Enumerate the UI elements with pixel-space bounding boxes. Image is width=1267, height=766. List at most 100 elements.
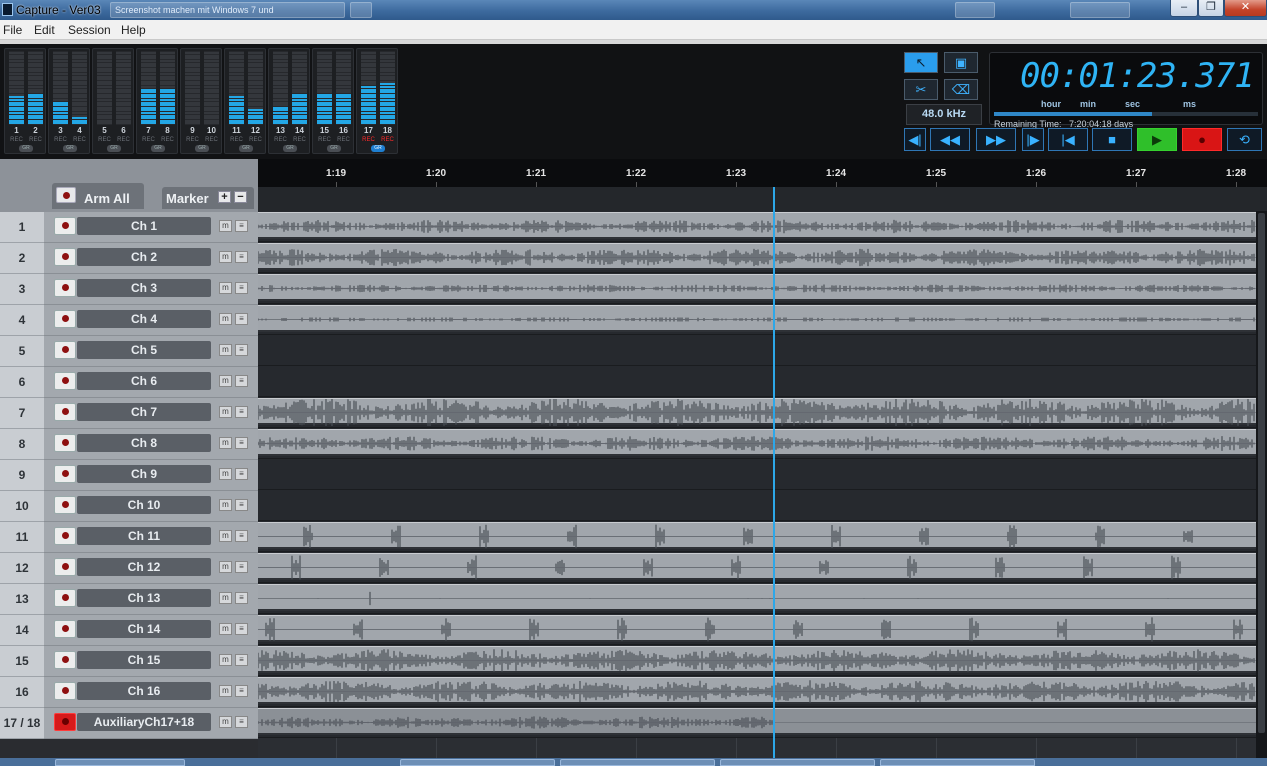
audio-clip[interactable] [258, 584, 1256, 611]
eraser-tool-button[interactable]: ⌫ [944, 79, 978, 100]
audio-clip[interactable] [258, 212, 1256, 239]
mute-button[interactable]: m [219, 623, 232, 635]
solo-button[interactable]: ≡ [235, 468, 248, 480]
scissors-tool-button[interactable]: ✂ [904, 79, 938, 100]
mute-button[interactable]: m [219, 220, 232, 232]
audio-clip[interactable] [258, 615, 1256, 642]
marker-lane[interactable] [258, 187, 1267, 211]
solo-button[interactable]: ≡ [235, 220, 248, 232]
audio-clip[interactable] [258, 274, 1256, 301]
record-arm-button[interactable] [54, 372, 76, 390]
record-arm-button[interactable] [54, 310, 76, 328]
audio-clip[interactable] [258, 398, 1256, 426]
track-lane[interactable] [258, 459, 1256, 490]
solo-button[interactable]: ≡ [235, 654, 248, 666]
time-ruler[interactable]: 1:19 1:20 1:21 1:22 1:23 1:24 1:25 1:26 1:27 1:28 [258, 159, 1267, 187]
track-name[interactable]: Ch 6 [77, 372, 211, 390]
track-lane[interactable] [258, 490, 1256, 521]
track-name[interactable]: Ch 14 [77, 620, 211, 638]
record-arm-button[interactable] [54, 651, 76, 669]
minimize-button[interactable]: – [1170, 0, 1198, 17]
track-lane[interactable] [258, 552, 1256, 583]
track-lane[interactable] [258, 211, 1256, 242]
audio-clip[interactable] [258, 553, 1256, 580]
mute-button[interactable]: m [219, 344, 232, 356]
record-arm-button[interactable] [54, 496, 76, 514]
mute-button[interactable]: m [219, 406, 232, 418]
audio-clip[interactable] [258, 429, 1256, 456]
record-arm-button[interactable] [54, 465, 76, 483]
track-lane[interactable] [258, 614, 1256, 645]
solo-button[interactable]: ≡ [235, 406, 248, 418]
audio-clip[interactable] [258, 646, 1256, 673]
timeline-editor[interactable]: 1:19 1:20 1:21 1:22 1:23 1:24 1:25 1:26 1:27 1:28 [258, 159, 1267, 766]
solo-button[interactable]: ≡ [235, 561, 248, 573]
record-button[interactable]: ● [1182, 128, 1222, 151]
solo-button[interactable]: ≡ [235, 313, 248, 325]
solo-button[interactable]: ≡ [235, 499, 248, 511]
track-name[interactable]: Ch 13 [77, 589, 211, 607]
mute-button[interactable]: m [219, 654, 232, 666]
track-lane[interactable] [258, 304, 1256, 335]
solo-button[interactable]: ≡ [235, 685, 248, 697]
audio-clip[interactable] [258, 522, 1256, 549]
mute-button[interactable]: m [219, 716, 232, 728]
track-lane[interactable] [258, 676, 1256, 707]
return-to-start-button[interactable]: |◀ [1048, 128, 1088, 151]
mute-button[interactable]: m [219, 282, 232, 294]
track-lane[interactable] [258, 583, 1256, 614]
arm-all-button[interactable]: Arm All [52, 183, 144, 209]
rewind-button[interactable]: ◀◀ [930, 128, 970, 151]
solo-button[interactable]: ≡ [235, 437, 248, 449]
track-name[interactable]: Ch 2 [77, 248, 211, 266]
taskbar-button[interactable] [400, 759, 555, 766]
track-name[interactable]: Ch 9 [77, 465, 211, 483]
record-arm-button[interactable] [54, 589, 76, 607]
close-button[interactable]: ✕ [1224, 0, 1267, 17]
track-name[interactable]: Ch 7 [77, 403, 211, 421]
range-tool-button[interactable]: ▣ [944, 52, 978, 73]
mute-button[interactable]: m [219, 499, 232, 511]
record-arm-button[interactable] [54, 682, 76, 700]
solo-button[interactable]: ≡ [235, 282, 248, 294]
audio-clip[interactable] [258, 708, 1256, 735]
taskbar-button[interactable] [880, 759, 1035, 766]
mute-button[interactable]: m [219, 468, 232, 480]
taskbar-button[interactable] [720, 759, 875, 766]
track-name[interactable]: Ch 11 [77, 527, 211, 545]
mute-button[interactable]: m [219, 561, 232, 573]
track-name[interactable]: Ch 4 [77, 310, 211, 328]
track-lane[interactable] [258, 428, 1256, 459]
record-arm-button[interactable] [54, 341, 76, 359]
menu-help[interactable]: Help [121, 23, 146, 37]
mute-button[interactable]: m [219, 313, 232, 325]
menu-file[interactable]: File [3, 23, 22, 37]
playhead-cursor[interactable] [773, 187, 775, 766]
mute-button[interactable]: m [219, 530, 232, 542]
add-marker-button[interactable]: + [218, 191, 231, 203]
solo-button[interactable]: ≡ [235, 344, 248, 356]
track-name[interactable]: Ch 3 [77, 279, 211, 297]
mute-button[interactable]: m [219, 685, 232, 697]
record-arm-button[interactable] [54, 279, 76, 297]
previous-marker-button[interactable]: ◀| [904, 128, 926, 151]
track-name[interactable]: AuxiliaryCh17+18 [77, 713, 211, 731]
track-name[interactable]: Ch 1 [77, 217, 211, 235]
track-lane[interactable] [258, 521, 1256, 552]
track-name[interactable]: Ch 10 [77, 496, 211, 514]
record-arm-button[interactable] [54, 558, 76, 576]
track-lane[interactable] [258, 645, 1256, 676]
next-marker-button[interactable]: |▶ [1022, 128, 1044, 151]
track-name[interactable]: Ch 12 [77, 558, 211, 576]
solo-button[interactable]: ≡ [235, 716, 248, 728]
menu-session[interactable]: Session [68, 23, 111, 37]
track-lane[interactable] [258, 273, 1256, 304]
audio-clip[interactable] [258, 243, 1256, 270]
loop-button[interactable]: ⟲ [1227, 128, 1262, 151]
mute-button[interactable]: m [219, 437, 232, 449]
track-name[interactable]: Ch 5 [77, 341, 211, 359]
mute-button[interactable]: m [219, 592, 232, 604]
scrollbar-thumb[interactable] [1258, 213, 1265, 733]
solo-button[interactable]: ≡ [235, 592, 248, 604]
menu-edit[interactable]: Edit [34, 23, 55, 37]
